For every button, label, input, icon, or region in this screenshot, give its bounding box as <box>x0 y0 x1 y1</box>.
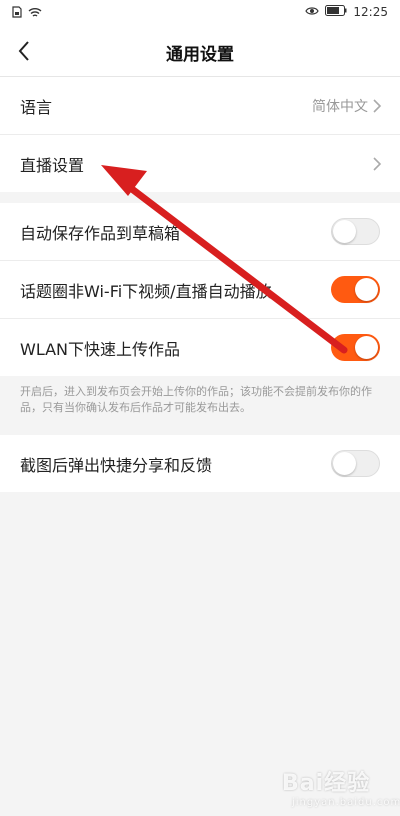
settings-group-general: 语言 简体中文 直播设置 <box>0 77 400 192</box>
screenshot-share-toggle[interactable] <box>331 450 380 477</box>
auto-save-draft-toggle[interactable] <box>331 218 380 245</box>
screenshot-share-label: 截图后弹出快捷分享和反馈 <box>20 455 213 475</box>
settings-group-upload: 自动保存作品到草稿箱 话题圈非Wi-Fi下视频/直播自动播放 WLAN下快速上传… <box>0 203 400 376</box>
autoplay-non-wifi-row: 话题圈非Wi-Fi下视频/直播自动播放 <box>0 261 400 319</box>
status-bar: 12:25 <box>0 0 400 26</box>
battery-icon <box>325 5 347 19</box>
page-title: 通用设置 <box>166 45 234 65</box>
language-setting-row[interactable]: 语言 简体中文 <box>0 77 400 135</box>
screenshot-share-row: 截图后弹出快捷分享和反馈 <box>0 435 400 492</box>
autoplay-non-wifi-label: 话题圈非Wi-Fi下视频/直播自动播放 <box>20 281 272 301</box>
watermark-url: jingyan.baidu.com <box>292 797 400 808</box>
autoplay-non-wifi-toggle[interactable] <box>331 276 380 303</box>
chevron-right-icon <box>373 157 382 171</box>
nav-header: 通用设置 <box>0 26 400 77</box>
auto-save-draft-row: 自动保存作品到草稿箱 <box>0 203 400 261</box>
chevron-right-icon <box>373 99 382 113</box>
language-value: 简体中文 <box>312 98 368 115</box>
sim-card-icon <box>12 6 22 21</box>
watermark-logo-text: Bai经验 <box>282 771 371 796</box>
wlan-fast-upload-row: WLAN下快速上传作品 <box>0 319 400 376</box>
settings-group-screenshot: 截图后弹出快捷分享和反馈 <box>0 435 400 492</box>
live-setting-label: 直播设置 <box>20 155 85 175</box>
language-label: 语言 <box>20 97 53 117</box>
upload-note-text: 开启后，进入到发布页会开始上传你的作品；该功能不会提前发布你的作品，只有当你确认… <box>20 385 372 414</box>
toggle-knob <box>355 278 378 301</box>
auto-save-draft-label: 自动保存作品到草稿箱 <box>20 223 181 243</box>
watermark: Bai经验 jingyan.baidu.com <box>282 765 400 808</box>
live-setting-row[interactable]: 直播设置 <box>0 135 400 192</box>
wlan-fast-upload-toggle[interactable] <box>331 334 380 361</box>
eye-icon <box>305 5 320 19</box>
clock-time: 12:25 <box>353 5 388 19</box>
toggle-knob <box>333 220 356 243</box>
toggle-knob <box>333 452 356 475</box>
wifi-icon <box>28 7 42 21</box>
toggle-knob <box>355 336 378 359</box>
wlan-fast-upload-label: WLAN下快速上传作品 <box>20 339 181 359</box>
